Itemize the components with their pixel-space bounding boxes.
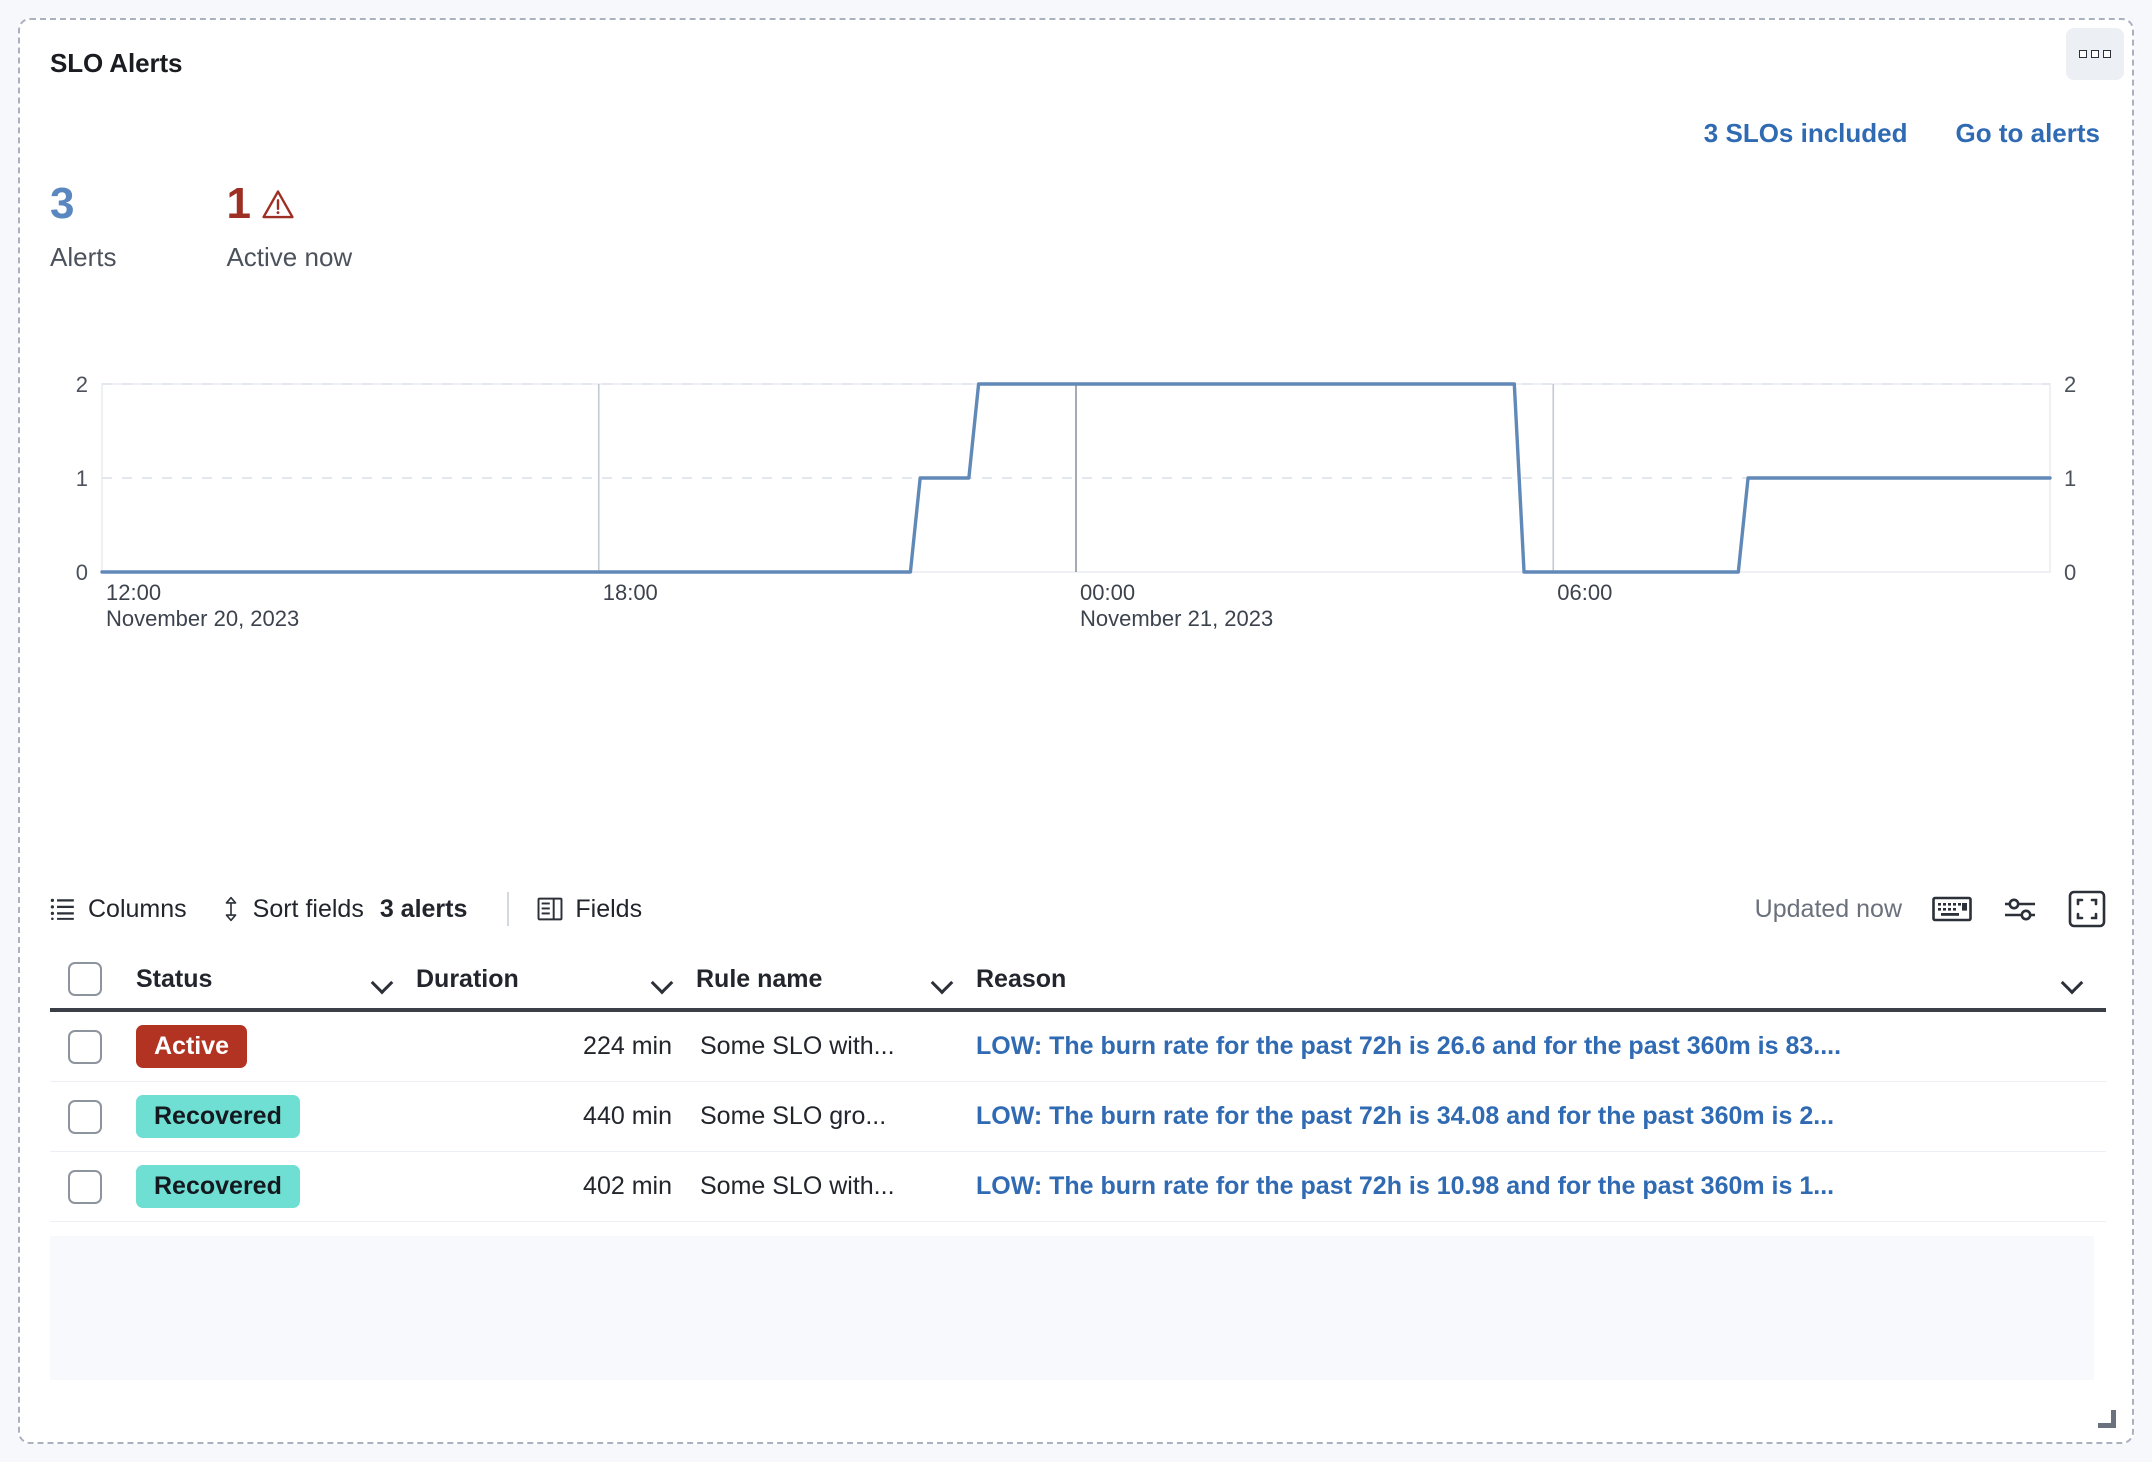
x-tick-date: November 21, 2023 [1080,606,1273,630]
rule-name-cell: Some SLO gro... [696,1102,976,1131]
sort-updown-icon [221,896,241,922]
status-cell: Recovered [136,1095,416,1138]
row-select-cell [50,1030,136,1064]
alerts-timeline-chart: 0 0 1 1 2 2 12:00November 20, 2023 18:00 00:00No… [50,370,2106,630]
rule-name-cell: Some SLO with... [696,1032,976,1061]
grip-dot [2091,50,2099,58]
y-tick-label-right: 1 [2064,466,2076,491]
chevron-down-icon[interactable] [652,965,672,994]
fields-label: Fields [575,895,642,924]
row-select-cell [50,1100,136,1134]
grip-dot [2103,50,2111,58]
reason-cell[interactable]: LOW: The burn rate for the past 72h is 1… [976,1172,2106,1201]
column-header-status-label: Status [136,965,212,994]
stat-active-label: Active now [226,242,352,273]
resize-handle[interactable] [2096,1408,2116,1428]
column-header-duration-label: Duration [416,965,519,994]
sort-fields-button[interactable]: Sort fields [221,895,364,924]
duration-cell: 402 min [416,1172,696,1201]
stat-alerts-value: 3 [50,182,74,226]
stat-active-value: 1 [226,182,250,226]
x-tick-date: November 20, 2023 [106,606,299,630]
alert-count-label: 3 alerts [380,895,468,924]
column-header-duration[interactable]: Duration [416,965,696,994]
alert-count: 3 alerts [380,895,468,924]
y-tick-label-right: 2 [2064,372,2076,397]
duration-cell: 224 min [416,1032,696,1061]
stat-alerts-label: Alerts [50,242,116,273]
x-tick-time: 06:00 [1557,580,1612,605]
select-all-checkbox[interactable] [68,962,102,996]
column-header-reason[interactable]: Reason [976,965,2106,994]
status-badge: Recovered [136,1165,300,1208]
x-tick-time: 18:00 [603,580,658,605]
column-header-rule-name-label: Rule name [696,965,822,994]
chevron-down-icon[interactable] [932,965,952,994]
grip-dots-icon[interactable] [2066,28,2124,80]
select-all-cell [50,962,136,996]
y-tick-label-left: 0 [76,560,88,585]
columns-list-icon [50,897,76,921]
row-select-cell [50,1170,136,1204]
duration-cell: 440 min [416,1102,696,1131]
status-cell: Active [136,1025,416,1068]
sort-fields-label: Sort fields [253,895,364,924]
table-toolbar: Columns Sort fields 3 alerts Fields [50,882,2106,936]
row-checkbox[interactable] [68,1100,102,1134]
table-row[interactable]: Recovered 402 minSome SLO with...LOW: The… [50,1152,2106,1222]
fullscreen-icon[interactable] [2068,890,2106,928]
fields-button[interactable]: Fields [537,895,642,924]
stat-alerts: 3 Alerts [50,182,116,273]
y-tick-label-right: 0 [2064,560,2076,585]
updated-status: Updated now [1755,895,1902,924]
column-header-reason-label: Reason [976,965,1066,994]
reason-cell[interactable]: LOW: The burn rate for the past 72h is 3… [976,1102,2106,1131]
table-empty-area [50,1236,2094,1380]
table-row[interactable]: Active 224 minSome SLO with...LOW: The bu… [50,1012,2106,1082]
sliders-icon[interactable] [2002,894,2038,924]
row-checkbox[interactable] [68,1030,102,1064]
go-to-alerts-link[interactable]: Go to alerts [1956,118,2100,149]
toolbar-divider [507,892,509,926]
columns-label: Columns [88,895,187,924]
rule-name-cell: Some SLO with... [696,1172,976,1201]
reason-cell[interactable]: LOW: The burn rate for the past 72h is 2… [976,1032,2106,1061]
stats-row: 3 Alerts 1 Active now [50,182,352,273]
x-tick-time: 12:00 [106,580,161,605]
toolbar-right-group: Updated now [1755,890,2106,928]
column-header-rule-name[interactable]: Rule name [696,965,976,994]
slo-alerts-panel: SLO Alerts 3 SLOs included Go to alerts … [18,18,2134,1444]
table-body: Active224 minSome SLO with...LOW: The bu… [50,1012,2106,1222]
column-header-status[interactable]: Status [136,965,416,994]
page-title: SLO Alerts [50,48,182,79]
keyboard-icon[interactable] [1932,895,1972,923]
grip-dot [2079,50,2087,58]
chevron-down-icon[interactable] [2062,965,2082,994]
slos-included-link[interactable]: 3 SLOs included [1704,118,1908,149]
status-badge: Recovered [136,1095,300,1138]
status-cell: Recovered [136,1165,416,1208]
y-tick-label-left: 2 [76,372,88,397]
chevron-down-icon[interactable] [372,965,392,994]
y-tick-label-left: 1 [76,466,88,491]
stat-active-now: 1 Active now [226,182,352,273]
panel-header: SLO Alerts [20,20,2132,100]
panel-links: 3 SLOs included Go to alerts [1704,118,2100,149]
alerts-table: Status Duration Rule name Reason Active 2… [50,950,2106,1222]
row-checkbox[interactable] [68,1170,102,1204]
warning-triangle-icon [261,188,295,220]
status-badge: Active [136,1025,247,1068]
table-row[interactable]: Recovered 440 minSome SLO gro...LOW: The … [50,1082,2106,1152]
x-tick-time: 00:00 [1080,580,1135,605]
fields-panel-icon [537,896,563,922]
table-header-row: Status Duration Rule name Reason [50,950,2106,1012]
columns-button[interactable]: Columns [50,895,187,924]
